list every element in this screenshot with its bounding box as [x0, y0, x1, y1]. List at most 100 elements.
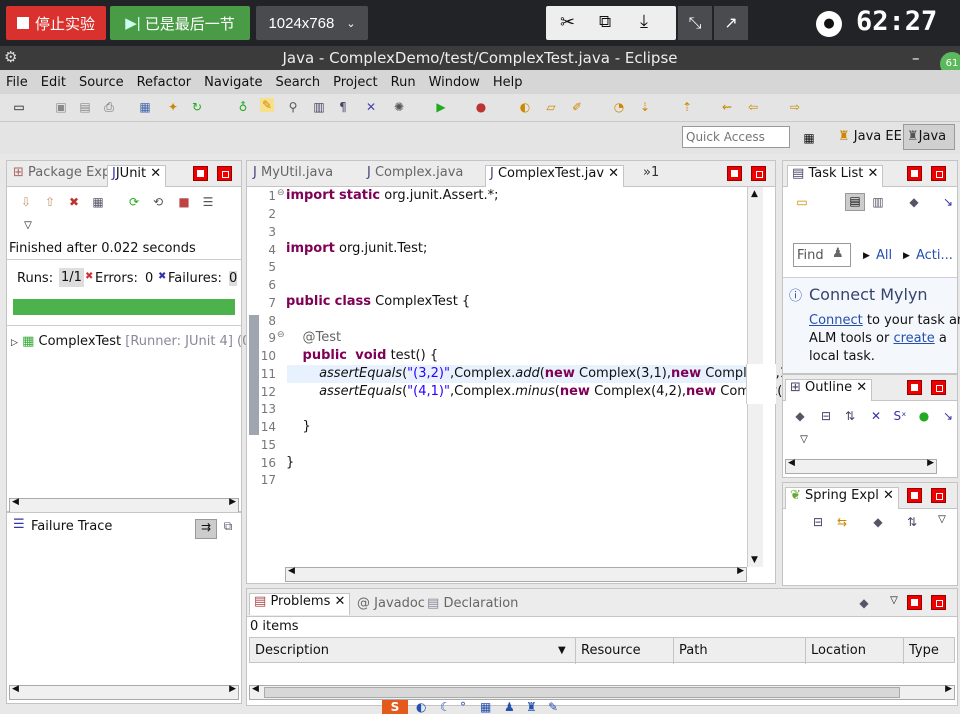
- close-icon[interactable]: ✕: [335, 594, 346, 609]
- open-type-icon[interactable]: ◐: [518, 100, 532, 114]
- sort-icon[interactable]: ⇅: [905, 515, 919, 529]
- download-icon[interactable]: ⤓: [640, 11, 648, 32]
- maximize-button[interactable]: [931, 166, 946, 181]
- menu-navigate[interactable]: Navigate: [204, 75, 262, 90]
- bulb-icon[interactable]: ♁: [236, 100, 250, 114]
- back-icon[interactable]: ⇦: [746, 100, 760, 114]
- keyboard-icon[interactable]: ▦: [480, 700, 491, 714]
- scroll-right-icon[interactable]: ▶: [737, 566, 744, 576]
- sync-icon[interactable]: ◆: [793, 409, 807, 423]
- problems-hscroll[interactable]: ◀ ▶: [249, 684, 955, 700]
- close-icon[interactable]: ✕: [608, 166, 619, 181]
- binary-icon[interactable]: ▦: [138, 100, 152, 114]
- outline-hscroll[interactable]: ◀ ▶: [785, 458, 937, 474]
- maximize-button[interactable]: [931, 380, 946, 395]
- view-menu-icon[interactable]: ▽: [797, 433, 811, 447]
- scroll-left-icon[interactable]: ◀: [788, 458, 795, 468]
- scroll-down-icon[interactable]: ▼: [751, 555, 758, 565]
- forward-icon[interactable]: ⇨: [788, 100, 802, 114]
- perspective-java-ee[interactable]: ♜ Java EE: [838, 126, 902, 148]
- menu-refactor[interactable]: Refactor: [137, 75, 192, 90]
- view-menu-icon[interactable]: ▽: [935, 513, 949, 527]
- collapse-all-icon[interactable]: ⊟: [819, 409, 833, 423]
- show-failures-icon[interactable]: ✖: [67, 195, 81, 209]
- minimize-button[interactable]: [907, 380, 922, 395]
- fold-icon[interactable]: ⊖: [277, 330, 285, 340]
- filter-icon[interactable]: ◆: [871, 515, 885, 529]
- column-location[interactable]: Location: [806, 638, 904, 664]
- activate-link[interactable]: Acti...: [916, 248, 953, 263]
- stop-icon[interactable]: ■: [177, 195, 191, 209]
- sogou-icon[interactable]: S: [382, 700, 408, 714]
- prev-failure-icon[interactable]: ⇧: [43, 195, 57, 209]
- close-icon[interactable]: ✕: [883, 488, 894, 503]
- tab-complex[interactable]: J Complex.java: [367, 165, 463, 187]
- menu-window[interactable]: Window: [429, 75, 480, 90]
- menu-run[interactable]: Run: [391, 75, 416, 90]
- minimize-button[interactable]: [907, 595, 922, 610]
- hide-static-icon[interactable]: Sˣ: [893, 409, 907, 423]
- eye-icon[interactable]: ●: [816, 11, 842, 37]
- save-icon[interactable]: ▣: [54, 100, 68, 114]
- scroll-up-icon[interactable]: ▲: [751, 189, 758, 199]
- collapse-icon[interactable]: ⤡: [678, 6, 712, 40]
- tab-package-explorer[interactable]: ⊞ Package Exp: [13, 165, 110, 187]
- menu-project[interactable]: Project: [333, 75, 377, 90]
- create-link[interactable]: create: [893, 331, 934, 346]
- column-path[interactable]: Path: [674, 638, 806, 664]
- fold-icon[interactable]: ⊖: [277, 188, 285, 198]
- new-icon[interactable]: ▭: [12, 100, 26, 114]
- scroll-thumb[interactable]: [264, 687, 900, 698]
- hide-local-icon[interactable]: ↘: [941, 409, 955, 423]
- minimize-button[interactable]: –: [912, 46, 920, 70]
- maximize-button[interactable]: [217, 166, 232, 181]
- hide-fields-icon[interactable]: ✕: [869, 409, 883, 423]
- collapse-all-icon[interactable]: ⊟: [811, 515, 825, 529]
- screen-switch-icon[interactable]: ⧉: [599, 12, 611, 32]
- shirt-icon[interactable]: ♜: [526, 700, 537, 714]
- resolution-dropdown[interactable]: 1024x768 ⌄: [256, 6, 368, 40]
- categorized-icon[interactable]: ▤: [845, 193, 865, 211]
- scroll-left-icon[interactable]: ◀: [252, 684, 259, 694]
- filter-stack-icon[interactable]: ⇉: [195, 519, 217, 539]
- scroll-right-icon[interactable]: ▶: [927, 458, 934, 468]
- last-edit-icon[interactable]: ⇜: [720, 100, 734, 114]
- scroll-right-icon[interactable]: ▶: [229, 684, 236, 694]
- search-icon[interactable]: ⚲: [286, 100, 300, 114]
- find-box[interactable]: Find ♟: [793, 243, 851, 267]
- debug-icon[interactable]: ✺: [392, 100, 406, 114]
- tab-junit[interactable]: JJUnit ✕: [107, 165, 167, 187]
- scroll-lock-icon[interactable]: ▦: [91, 195, 105, 209]
- language-icon[interactable]: ◐: [416, 700, 426, 714]
- menu-file[interactable]: File: [6, 75, 28, 90]
- tab-spring-explorer[interactable]: ❦ Spring Expl ✕: [785, 487, 899, 509]
- minimize-button[interactable]: [907, 166, 922, 181]
- scroll-left-icon[interactable]: ◀: [12, 684, 19, 694]
- show-whitespace-icon[interactable]: ¶: [336, 100, 350, 114]
- filter-icon[interactable]: ◆: [857, 596, 871, 610]
- new-task-icon[interactable]: ▭: [795, 195, 809, 209]
- scheduled-icon[interactable]: ▥: [871, 195, 885, 209]
- view-menu-icon[interactable]: ▽: [21, 219, 35, 233]
- tree-hscroll[interactable]: ◀ ▶: [9, 497, 239, 513]
- clear-icon[interactable]: ♟: [832, 246, 844, 261]
- sort-icon[interactable]: ⇅: [843, 409, 857, 423]
- tab-outline[interactable]: ⊞ Outline ✕: [785, 379, 873, 401]
- editor-hscroll[interactable]: ◀ ▶: [285, 566, 747, 582]
- trace-hscroll[interactable]: ◀ ▶: [9, 684, 239, 700]
- last-section-button[interactable]: ▶| 已是最后一节: [110, 6, 250, 40]
- menu-edit[interactable]: Edit: [41, 75, 66, 90]
- moon-icon[interactable]: ☾: [440, 700, 451, 714]
- open-perspective-icon[interactable]: ▦: [802, 131, 816, 145]
- scroll-left-icon[interactable]: ◀: [12, 497, 19, 507]
- close-icon[interactable]: ✕: [856, 380, 867, 395]
- column-description[interactable]: Description ▼: [250, 638, 576, 664]
- rerun-icon[interactable]: ⟳: [127, 195, 141, 209]
- menu-search[interactable]: Search: [275, 75, 320, 90]
- minimize-button[interactable]: [727, 166, 742, 181]
- maximize-button[interactable]: [931, 488, 946, 503]
- run-ext-icon[interactable]: ●: [474, 100, 488, 114]
- tab-task-list[interactable]: ▤ Task List ✕: [787, 165, 884, 187]
- hide-completed-icon[interactable]: ◆: [907, 195, 921, 209]
- menu-source[interactable]: Source: [79, 75, 124, 90]
